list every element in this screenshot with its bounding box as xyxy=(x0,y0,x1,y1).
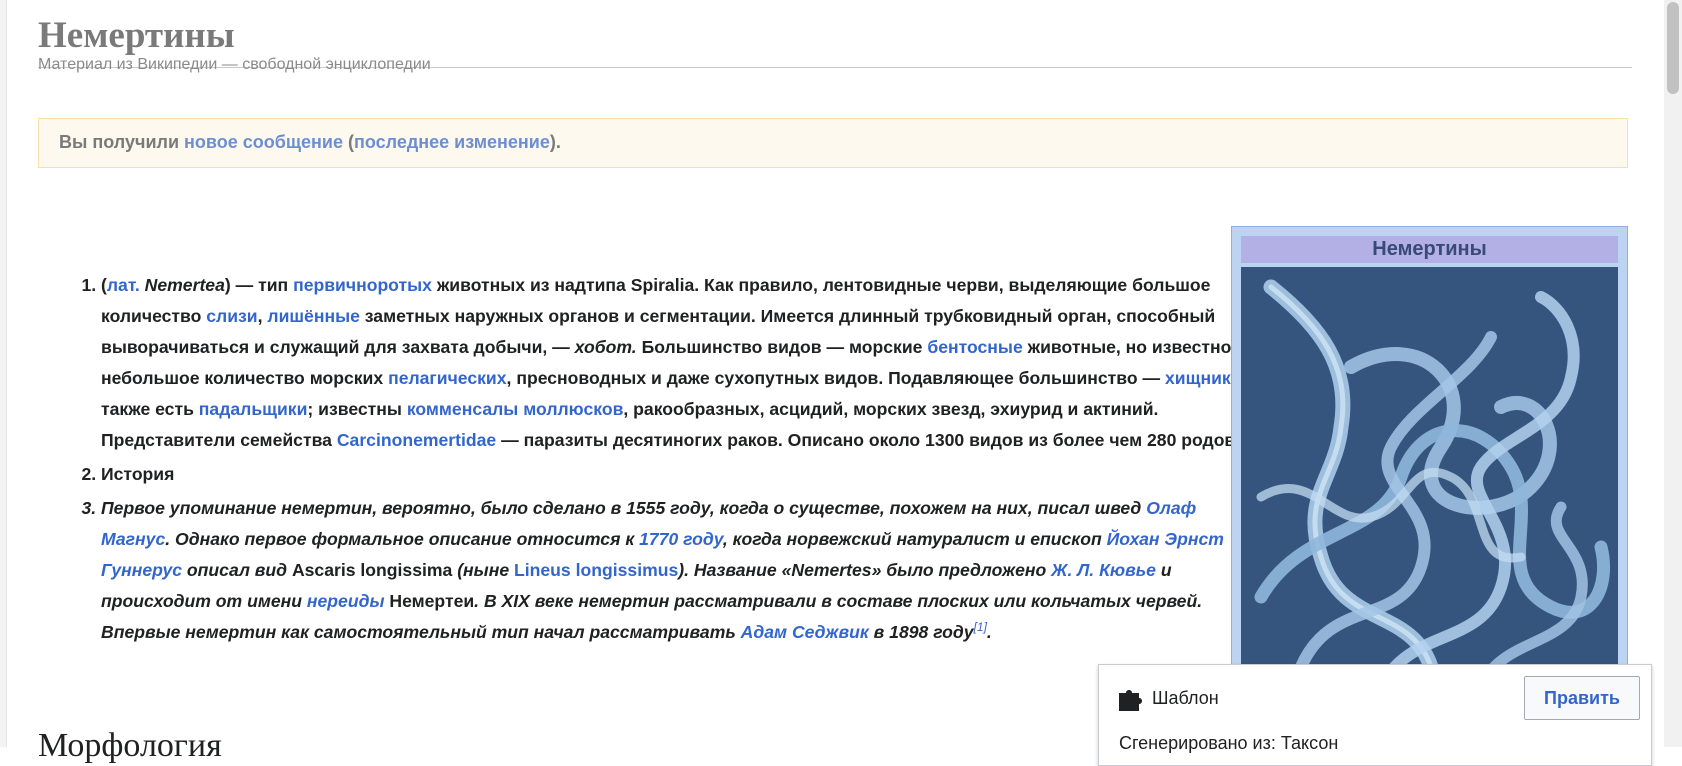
latin-name: Nemertea xyxy=(144,275,225,295)
reference-link[interactable]: [1] xyxy=(974,620,987,634)
ascaris-name: Ascaris longissima xyxy=(291,560,453,580)
puzzle-icon xyxy=(1119,689,1145,716)
text-fragment: , пресноводных и даже сухопутных видов. … xyxy=(506,368,1165,388)
notice-prefix: Вы получили xyxy=(59,132,185,152)
cuvier-link[interactable]: Ж. Л. Кювье xyxy=(1051,560,1156,580)
molluscs-link[interactable]: моллюсков xyxy=(523,399,623,419)
page-subtitle: Материал из Википедии — свободной энцикл… xyxy=(38,56,431,73)
text-fragment: ; известны xyxy=(307,399,407,419)
notice-paren: ( xyxy=(342,132,354,152)
notice-suffix: ). xyxy=(549,132,561,152)
nereid-link[interactable]: нереиды xyxy=(307,591,385,611)
infobox-title: Немертины xyxy=(1241,236,1618,263)
lineus-link[interactable]: Lineus longissimus xyxy=(514,560,678,580)
latin-link[interactable]: лат. xyxy=(107,275,140,295)
text-fragment: , когда норвежский натуралист и епископ xyxy=(722,529,1107,549)
text-fragment: . xyxy=(986,622,992,642)
lacking-link[interactable]: лишённые xyxy=(267,306,360,326)
text-fragment: , xyxy=(257,306,268,326)
sedgwick-link[interactable]: Адам Седжвик xyxy=(741,622,869,642)
commensals-link[interactable]: комменсалы xyxy=(407,399,519,419)
generated-from-text: Сгенерировано из: Таксон xyxy=(1119,733,1339,753)
text-fragment: ) — тип xyxy=(224,275,294,295)
benthic-link[interactable]: бентосные xyxy=(927,337,1022,357)
content-list: (лат. Nemertea) — тип первичноротых живо… xyxy=(62,270,1256,651)
text-fragment: (ныне xyxy=(452,560,515,580)
template-label: Шаблон xyxy=(1152,688,1219,708)
nemertea-image[interactable] xyxy=(1241,267,1618,685)
text-fragment: Большинство видов — морские xyxy=(636,337,928,357)
mucus-link[interactable]: слизи xyxy=(206,306,257,326)
list-item-history-text: Первое упоминание немертин, вероятно, бы… xyxy=(101,493,1256,648)
protostomia-link[interactable]: первичноротых xyxy=(293,275,432,295)
text-fragment: Первое упоминание немертин, вероятно, бы… xyxy=(101,498,1147,518)
proboscis-term: хобот. xyxy=(574,337,637,357)
new-message-notice: Вы получили новое сообщение (последнее и… xyxy=(38,118,1628,168)
scrollbar-thumb[interactable] xyxy=(1667,2,1679,94)
text-fragment: описал вид xyxy=(182,560,292,580)
text-fragment: — паразиты десятиногих раков. Описано ок… xyxy=(496,430,1241,450)
text-fragment: ). Название «Nemertes» было предложено xyxy=(678,560,1052,580)
scrollbar-track[interactable] xyxy=(1664,0,1682,747)
carcinonemertidae-link[interactable]: Carcinonemertidae xyxy=(337,430,496,450)
worm-illustration xyxy=(1241,267,1618,685)
list-item-history: История xyxy=(101,459,1256,490)
year-1770-link[interactable]: 1770 году xyxy=(639,529,723,549)
edit-template-button[interactable]: Править xyxy=(1524,676,1640,720)
new-message-link[interactable]: новое сообщение xyxy=(184,132,343,152)
taxon-infobox: Немертины xyxy=(1231,226,1628,686)
nemertei-name: Немертеи xyxy=(389,591,475,611)
list-item-definition: (лат. Nemertea) — тип первичноротых живо… xyxy=(101,270,1256,456)
morphology-heading: Морфология xyxy=(38,727,222,764)
last-change-link[interactable]: последнее изменение xyxy=(354,132,550,152)
template-popup: Шаблон Править Сгенерировано из: Таксон xyxy=(1098,664,1652,766)
pelagic-link[interactable]: пелагических xyxy=(388,368,506,388)
history-heading: История xyxy=(101,464,175,484)
left-page-edge xyxy=(0,0,7,747)
text-fragment: в 1898 году xyxy=(868,622,974,642)
scavengers-link[interactable]: падальщики xyxy=(199,399,308,419)
text-fragment: . Однако первое формальное описание отно… xyxy=(165,529,640,549)
